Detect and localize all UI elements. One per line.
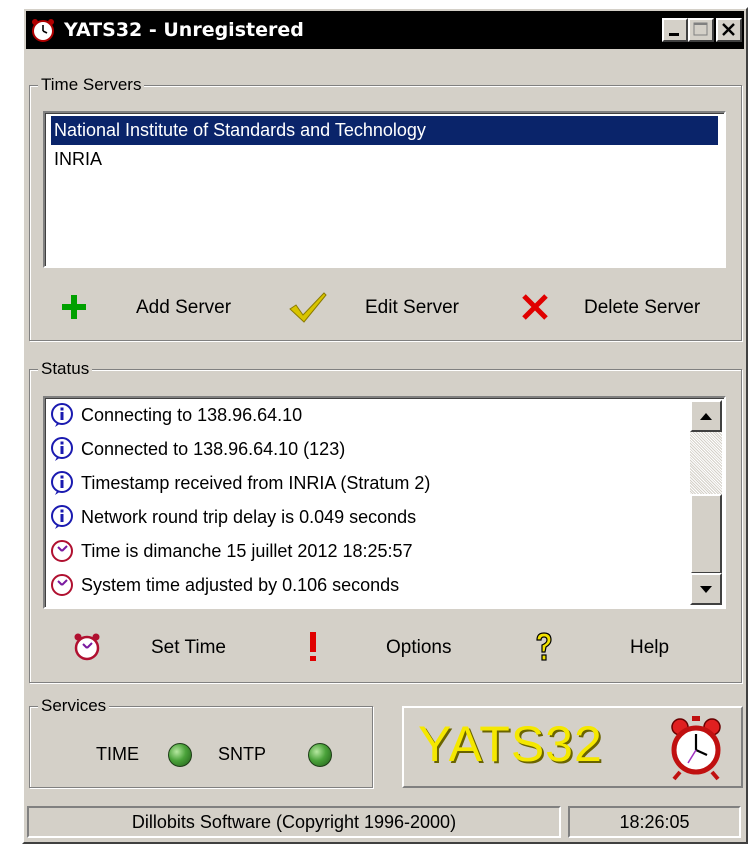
- clock-icon: [51, 540, 73, 562]
- edit-server-button[interactable]: Edit Server: [365, 296, 459, 320]
- alarm-clock-icon[interactable]: [72, 632, 102, 662]
- log-entry: Connected to 138.96.64.10 (123): [49, 432, 669, 466]
- status-group: Status Connecting to 138.96.64.10 Connec…: [29, 358, 742, 683]
- log-entry: Timestamp received from INRIA (Stratum 2…: [49, 466, 669, 500]
- minimize-button[interactable]: [662, 18, 688, 42]
- status-log[interactable]: Connecting to 138.96.64.10 Connected to …: [43, 396, 726, 609]
- time-servers-legend: Time Servers: [38, 74, 145, 96]
- service-time-label: TIME: [96, 744, 139, 764]
- help-button[interactable]: Help: [630, 636, 669, 660]
- delete-server-button[interactable]: Delete Server: [584, 296, 700, 320]
- info-icon: [51, 471, 73, 495]
- add-server-button[interactable]: Add Server: [136, 296, 231, 320]
- set-time-button[interactable]: Set Time: [151, 636, 226, 660]
- services-legend: Services: [38, 695, 110, 717]
- info-icon: [51, 505, 73, 529]
- down-arrow-icon: [700, 586, 712, 593]
- main-window: YATS32 - Unregistered Time Servers Natio…: [22, 7, 748, 844]
- service-sntp-status-icon: [308, 743, 332, 767]
- window-title: YATS32 - Unregistered: [64, 19, 304, 41]
- time-servers-group: Time Servers National Institute of Stand…: [29, 74, 742, 341]
- title-bar[interactable]: YATS32 - Unregistered: [26, 11, 744, 49]
- server-list[interactable]: National Institute of Standards and Tech…: [43, 111, 726, 268]
- clock-icon: [51, 574, 73, 596]
- statusbar-time: 18:26:05: [568, 806, 741, 838]
- info-icon: [51, 403, 73, 427]
- plus-icon[interactable]: [61, 294, 87, 320]
- service-time-status-icon: [168, 743, 192, 767]
- checkmark-icon[interactable]: [288, 291, 328, 323]
- statusbar-copyright: Dillobits Software (Copyright 1996-2000): [27, 806, 561, 838]
- vertical-scrollbar[interactable]: [690, 400, 722, 605]
- log-entry: Connecting to 138.96.64.10: [49, 398, 669, 432]
- close-icon: [722, 23, 735, 36]
- service-sntp-label: SNTP: [218, 744, 267, 764]
- log-entry: Network round trip delay is 0.049 second…: [49, 500, 669, 534]
- up-arrow-icon: [700, 413, 712, 420]
- alarm-clock-icon: [671, 716, 721, 781]
- exclamation-icon[interactable]: [306, 631, 320, 663]
- x-icon[interactable]: [521, 293, 549, 321]
- log-entry: Time is dimanche 15 juillet 2012 18:25:5…: [49, 534, 669, 568]
- scroll-up-button[interactable]: [690, 400, 722, 432]
- question-icon[interactable]: [534, 631, 554, 663]
- log-entry: System time adjusted by 0.106 seconds: [49, 568, 669, 602]
- close-button[interactable]: [716, 18, 742, 42]
- scroll-down-button[interactable]: [690, 573, 722, 605]
- services-group: Services TIME SNTP: [29, 695, 373, 788]
- alarm-clock-icon: [32, 19, 54, 42]
- scroll-thumb[interactable]: [690, 494, 722, 574]
- maximize-button[interactable]: [688, 18, 714, 42]
- info-icon: [51, 437, 73, 461]
- minimize-icon: [669, 33, 679, 36]
- server-list-item[interactable]: INRIA: [51, 145, 718, 174]
- logo-panel: YATS32: [402, 706, 743, 788]
- status-legend: Status: [38, 358, 93, 380]
- server-list-item[interactable]: National Institute of Standards and Tech…: [51, 116, 718, 145]
- options-button[interactable]: Options: [386, 636, 451, 660]
- logo-text: YATS32: [418, 716, 603, 772]
- maximize-icon: [693, 22, 708, 36]
